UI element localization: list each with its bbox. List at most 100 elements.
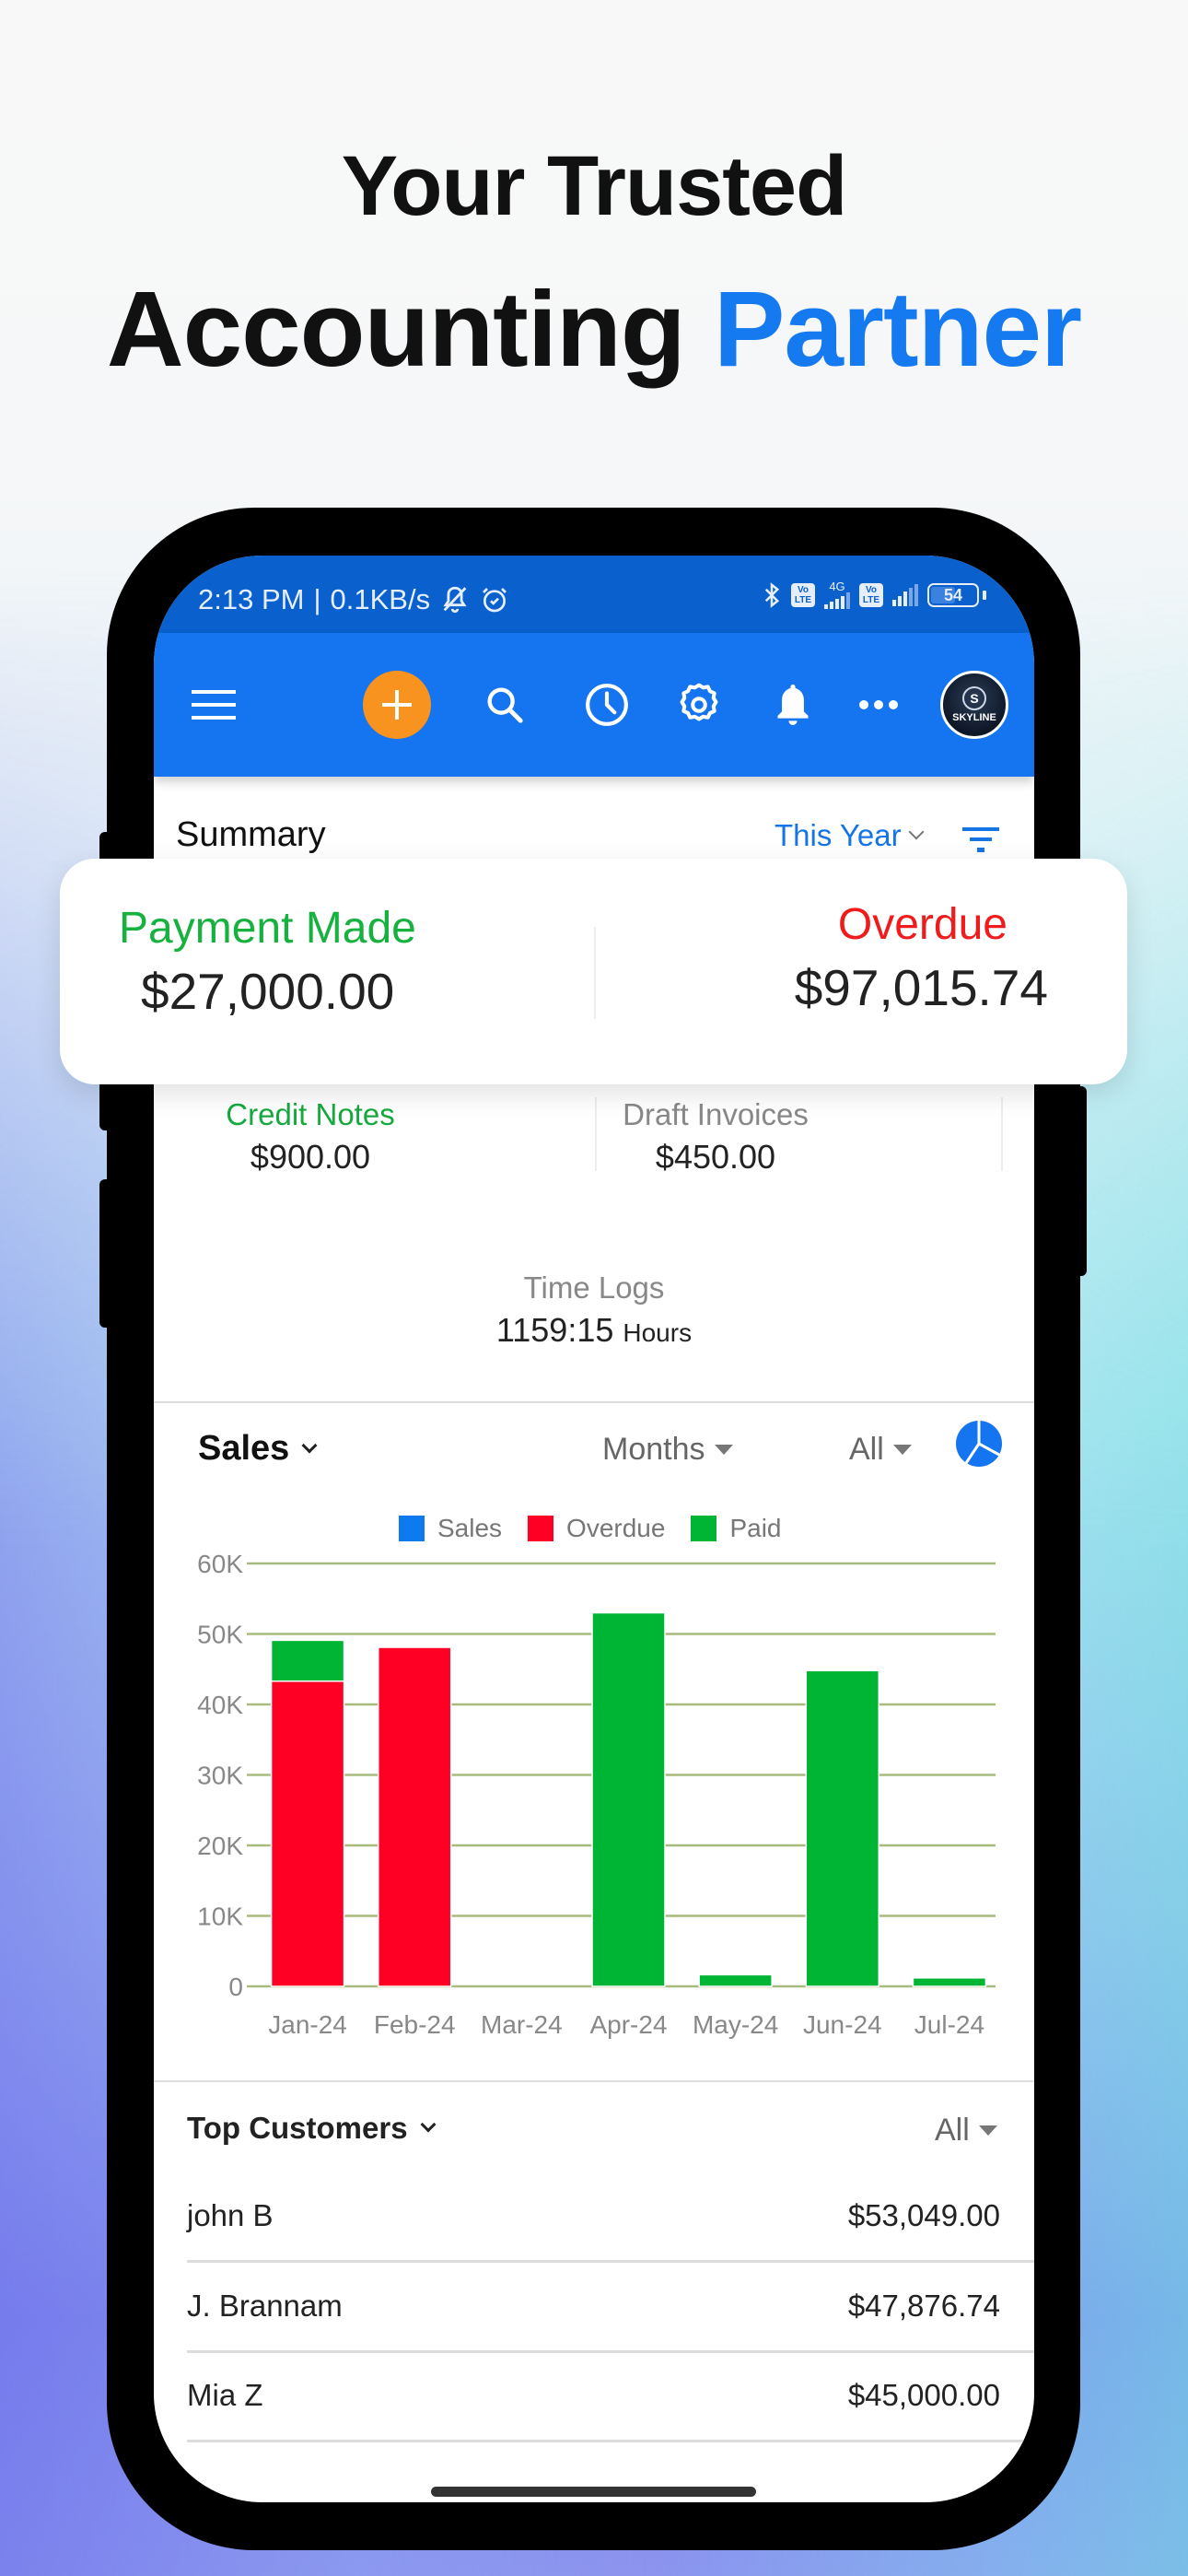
bar-paid-jul-24[interactable] [912,1977,987,1987]
chevron-down-icon [420,2116,437,2133]
y-tick-label: 40K [197,1691,243,1719]
status-time: 2:13 PM [198,583,305,615]
summary-title: Summary [176,815,326,854]
customer-row[interactable]: J. Brannam $47,876.74 [187,2278,1000,2334]
y-tick-label: 0 [228,1973,243,2001]
headline-accent: Partner [714,269,1082,389]
bar-paid-jan-24[interactable] [270,1639,345,1682]
x-tick-label: May-24 [693,2010,778,2039]
payment-made-label: Payment Made [119,904,416,953]
customer-name: J. Brannam [187,2289,343,2323]
y-tick-label: 30K [197,1762,243,1790]
chevron-down-icon [908,824,925,840]
period-dropdown[interactable]: This Year [775,818,925,853]
caret-down-icon [978,2125,997,2136]
headline-main: Accounting [106,269,686,389]
customer-amount: $47,876.74 [847,2289,1000,2323]
volte-icon-1: Vo LTE [791,583,815,607]
bluetooth-icon [764,582,780,608]
section-divider [154,2080,1034,2082]
status-separator: | [313,583,321,615]
time-logs-hours: 1159:15 [495,1311,614,1349]
signal-icon [892,584,918,606]
overdue-label: Overdue [837,900,1007,949]
y-tick-label: 50K [197,1621,243,1649]
battery-cap [983,591,986,600]
filter-icon[interactable] [962,825,999,853]
caret-down-icon [892,1445,912,1455]
avatar-text: SKYLINE [952,712,996,723]
status-bar: 2:13 PM | 0.1KB/s Vo LTE 4G Vo LTE 54 [154,556,1034,633]
chevron-down-icon [301,1437,318,1453]
status-net-speed: 0.1KB/s [330,583,431,615]
legend-swatch-sales [399,1516,425,1541]
top-customers-filter-label: All [935,2113,970,2148]
y-tick-label: 20K [197,1832,243,1860]
months-dropdown[interactable]: Months [602,1432,733,1468]
row-separator [187,2260,1034,2263]
top-customers-dropdown[interactable]: Top Customers [187,2111,437,2146]
search-icon[interactable] [483,684,526,726]
headline-line-1: Your Trusted [341,139,848,233]
mute-bell-icon [443,586,467,614]
bar-paid-apr-24[interactable] [591,1611,666,1987]
months-label: Months [602,1432,705,1467]
section-divider [154,1401,1034,1403]
time-logs-value[interactable]: 1159:15 Hours [410,1311,778,1350]
bell-icon[interactable] [773,681,813,729]
caret-down-icon [714,1445,733,1455]
x-tick-label: Jul-24 [914,2010,984,2039]
payment-made-value[interactable]: $27,000.00 [141,962,394,1021]
x-tick-label: Mar-24 [481,2010,563,2039]
summary-highlight-card: Payment Made $27,000.00 Overdue $97,015.… [60,859,1127,1084]
time-logs-unit: Hours [623,1318,693,1347]
top-customers-filter[interactable]: All [935,2113,997,2149]
bar-paid-jun-24[interactable] [805,1669,880,1987]
legend-item-overdue[interactable]: Overdue [528,1514,665,1543]
home-indicator[interactable] [431,2487,756,2497]
pie-chart-icon[interactable] [955,1420,1003,1468]
more-icon[interactable] [858,699,899,710]
bar-paid-may-24[interactable] [698,1973,773,1987]
row-separator [187,2350,1034,2353]
draft-invoices-value[interactable]: $450.00 [614,1138,817,1177]
customer-row[interactable]: john B $53,049.00 [187,2188,1000,2243]
sales-filter-label: All [849,1432,884,1467]
draft-invoices-label: Draft Invoices [623,1097,809,1131]
x-tick-label: Jun-24 [803,2010,882,2039]
x-tick-label: Apr-24 [589,2010,667,2039]
legend-swatch-overdue [528,1516,554,1541]
legend-swatch-paid [691,1516,717,1541]
headline-line-2: Accounting Partner [0,267,1188,391]
row-separator [187,2440,1034,2442]
sales-title: Sales [198,1429,290,1468]
period-label: This Year [775,818,902,852]
top-customers-title: Top Customers [187,2111,408,2145]
credit-notes-value[interactable]: $900.00 [209,1138,412,1177]
phone-screen: 2:13 PM | 0.1KB/s Vo LTE 4G Vo LTE 54 S … [154,556,1034,2502]
sales-filter-dropdown[interactable]: All [849,1432,912,1468]
stat-divider [1001,1097,1003,1171]
alarm-icon [483,588,507,613]
bar-overdue-feb-24[interactable] [377,1646,452,1987]
overdue-value[interactable]: $97,015.74 [795,958,1048,1017]
legend-item-sales[interactable]: Sales [399,1514,502,1543]
clock-icon[interactable] [584,682,630,728]
sales-dropdown[interactable]: Sales [198,1429,318,1469]
x-tick-label: Feb-24 [374,2010,456,2039]
add-button[interactable] [363,671,431,739]
time-logs-label: Time Logs [523,1270,665,1305]
settings-icon[interactable] [674,680,724,730]
x-tick-label: Jan-24 [268,2010,347,2039]
credit-notes-label: Credit Notes [226,1097,395,1131]
volte-icon-2: Vo LTE [859,583,883,607]
legend-item-paid[interactable]: Paid [691,1514,782,1543]
stat-divider [595,1097,597,1171]
card-divider [594,927,596,1019]
customer-row[interactable]: Mia Z $45,000.00 [187,2368,1000,2423]
bar-overdue-jan-24[interactable] [270,1680,345,1987]
menu-icon[interactable] [192,688,236,721]
chart-legend: Sales Overdue Paid [399,1514,795,1543]
avatar[interactable]: S SKYLINE [940,671,1008,739]
customer-name: Mia Z [187,2378,263,2412]
